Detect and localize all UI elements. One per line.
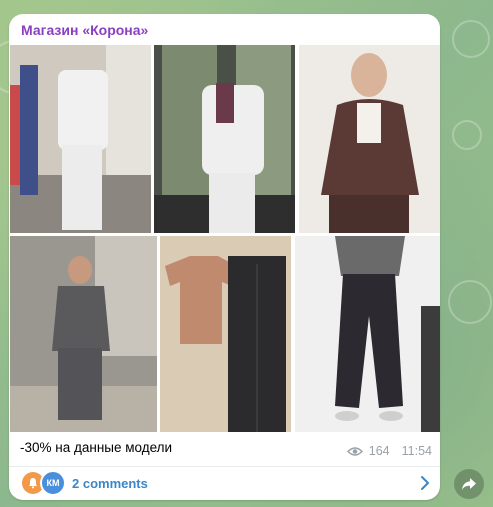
share-button[interactable] [454, 469, 484, 499]
photo-brown-quilted-jacket[interactable] [299, 45, 440, 233]
photo-grey-sweater-black-pants[interactable] [295, 236, 440, 432]
comments-count-label[interactable]: 2 comments [72, 476, 148, 491]
post-time: 11:54 [401, 444, 432, 458]
post-caption: -30% на данные модели [20, 440, 173, 455]
channel-post: Магазин «Корона» -30% на данные модели 1… [9, 14, 440, 500]
view-count: 164 [368, 444, 390, 458]
photo-image [10, 236, 157, 432]
photo-image [295, 236, 440, 432]
chevron-right-icon[interactable] [420, 475, 430, 491]
photo-image [160, 236, 291, 432]
channel-name[interactable]: Магазин «Корона» [21, 22, 148, 38]
photo-image [299, 45, 440, 233]
share-icon [462, 478, 476, 490]
commenter-avatar-initials: КМ [40, 470, 66, 496]
photo-tee-and-black-pants[interactable] [160, 236, 291, 432]
comments-button[interactable]: КМ 2 comments [9, 467, 440, 500]
post-meta: 164 11:54 [346, 444, 432, 458]
photo-white-tracksuit-showroom[interactable] [10, 45, 151, 233]
photo-image [154, 45, 295, 233]
photo-image [10, 45, 151, 233]
background-doodle [452, 20, 490, 58]
eye-icon [346, 446, 363, 456]
photo-grey-tracksuit-model[interactable] [10, 236, 157, 432]
background-doodle [452, 120, 482, 150]
bell-avatar-icon [29, 478, 37, 489]
photo-white-tracksuit-mannequin[interactable] [154, 45, 295, 233]
background-doodle [448, 280, 492, 324]
